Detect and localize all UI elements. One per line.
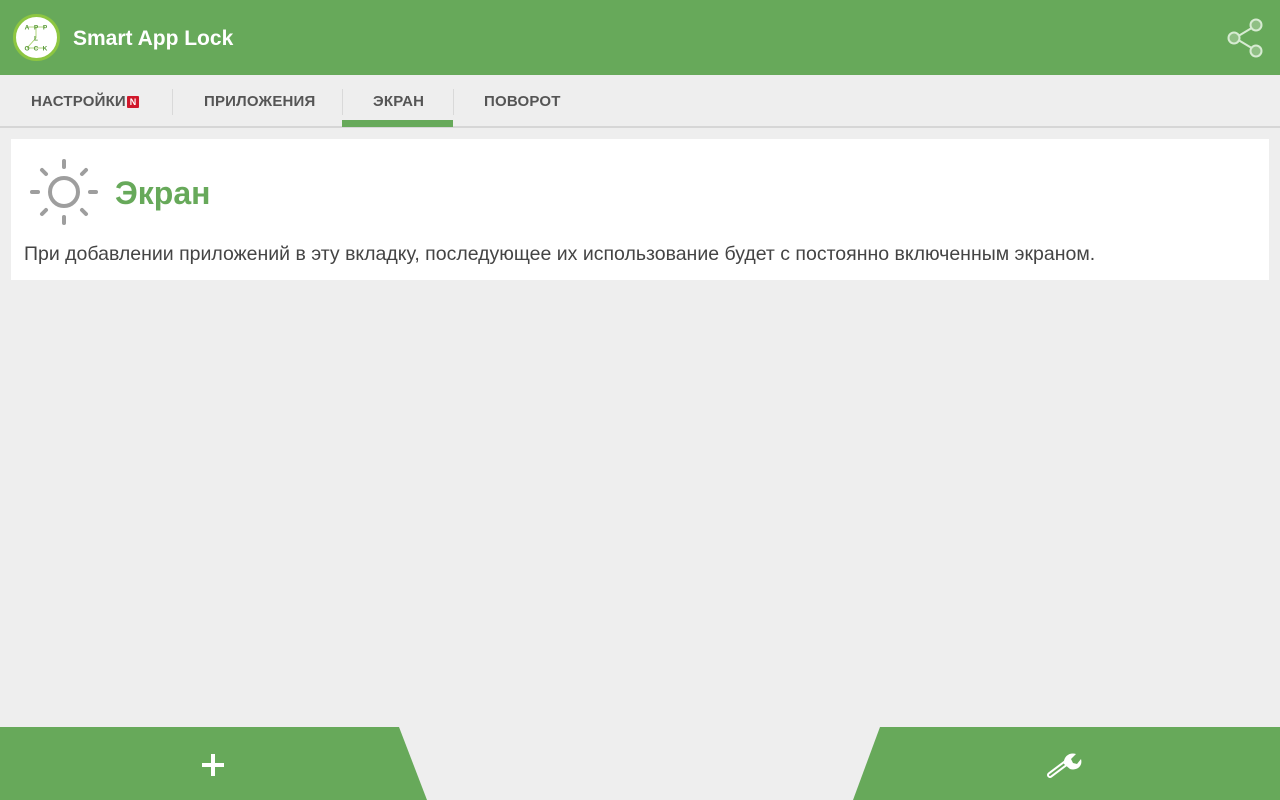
tab-settings[interactable]: НАСТРОЙКИ N xyxy=(0,75,171,128)
tab-apps[interactable]: ПРИЛОЖЕНИЯ xyxy=(173,75,341,128)
tab-label: НАСТРОЙКИ xyxy=(31,93,126,110)
brightness-sun-icon xyxy=(30,159,98,225)
logo-letter: L xyxy=(34,35,38,42)
tab-bar: НАСТРОЙКИ N ПРИЛОЖЕНИЯ ЭКРАН ПОВОРОТ xyxy=(0,75,1280,128)
app-title: Smart App Lock xyxy=(73,27,234,50)
share-button[interactable] xyxy=(1224,16,1268,60)
new-badge: N xyxy=(127,96,139,108)
wrench-icon xyxy=(1047,753,1082,778)
plus-icon xyxy=(202,754,224,776)
app-logo: A P P L O C K xyxy=(13,14,60,61)
tab-label: ПОВОРОТ xyxy=(484,93,561,110)
card-title: Экран xyxy=(115,175,211,211)
share-icon xyxy=(1227,18,1263,58)
action-bar: A P P L O C K Smart App Lock xyxy=(0,0,1280,75)
add-app-button[interactable] xyxy=(0,727,427,800)
logo-letter: A xyxy=(25,24,30,31)
card-description: При добавлении приложений в эту вкладку,… xyxy=(24,243,1096,265)
selected-tab-indicator xyxy=(342,120,453,127)
logo-letter: K xyxy=(43,45,48,52)
app-logo-icon: A P P L O C K xyxy=(24,24,48,52)
tab-rotation[interactable]: ПОВОРОТ xyxy=(454,75,594,128)
logo-letter: P xyxy=(34,24,39,31)
logo-letter: O xyxy=(24,45,29,52)
tab-label: ПРИЛОЖЕНИЯ xyxy=(204,93,316,110)
tools-button[interactable] xyxy=(853,727,1280,800)
tab-label: ЭКРАН xyxy=(373,93,425,110)
logo-letter: C xyxy=(34,45,39,52)
info-card: Экран При добавлении приложений в эту вк… xyxy=(11,139,1269,280)
logo-letter: P xyxy=(43,24,48,31)
